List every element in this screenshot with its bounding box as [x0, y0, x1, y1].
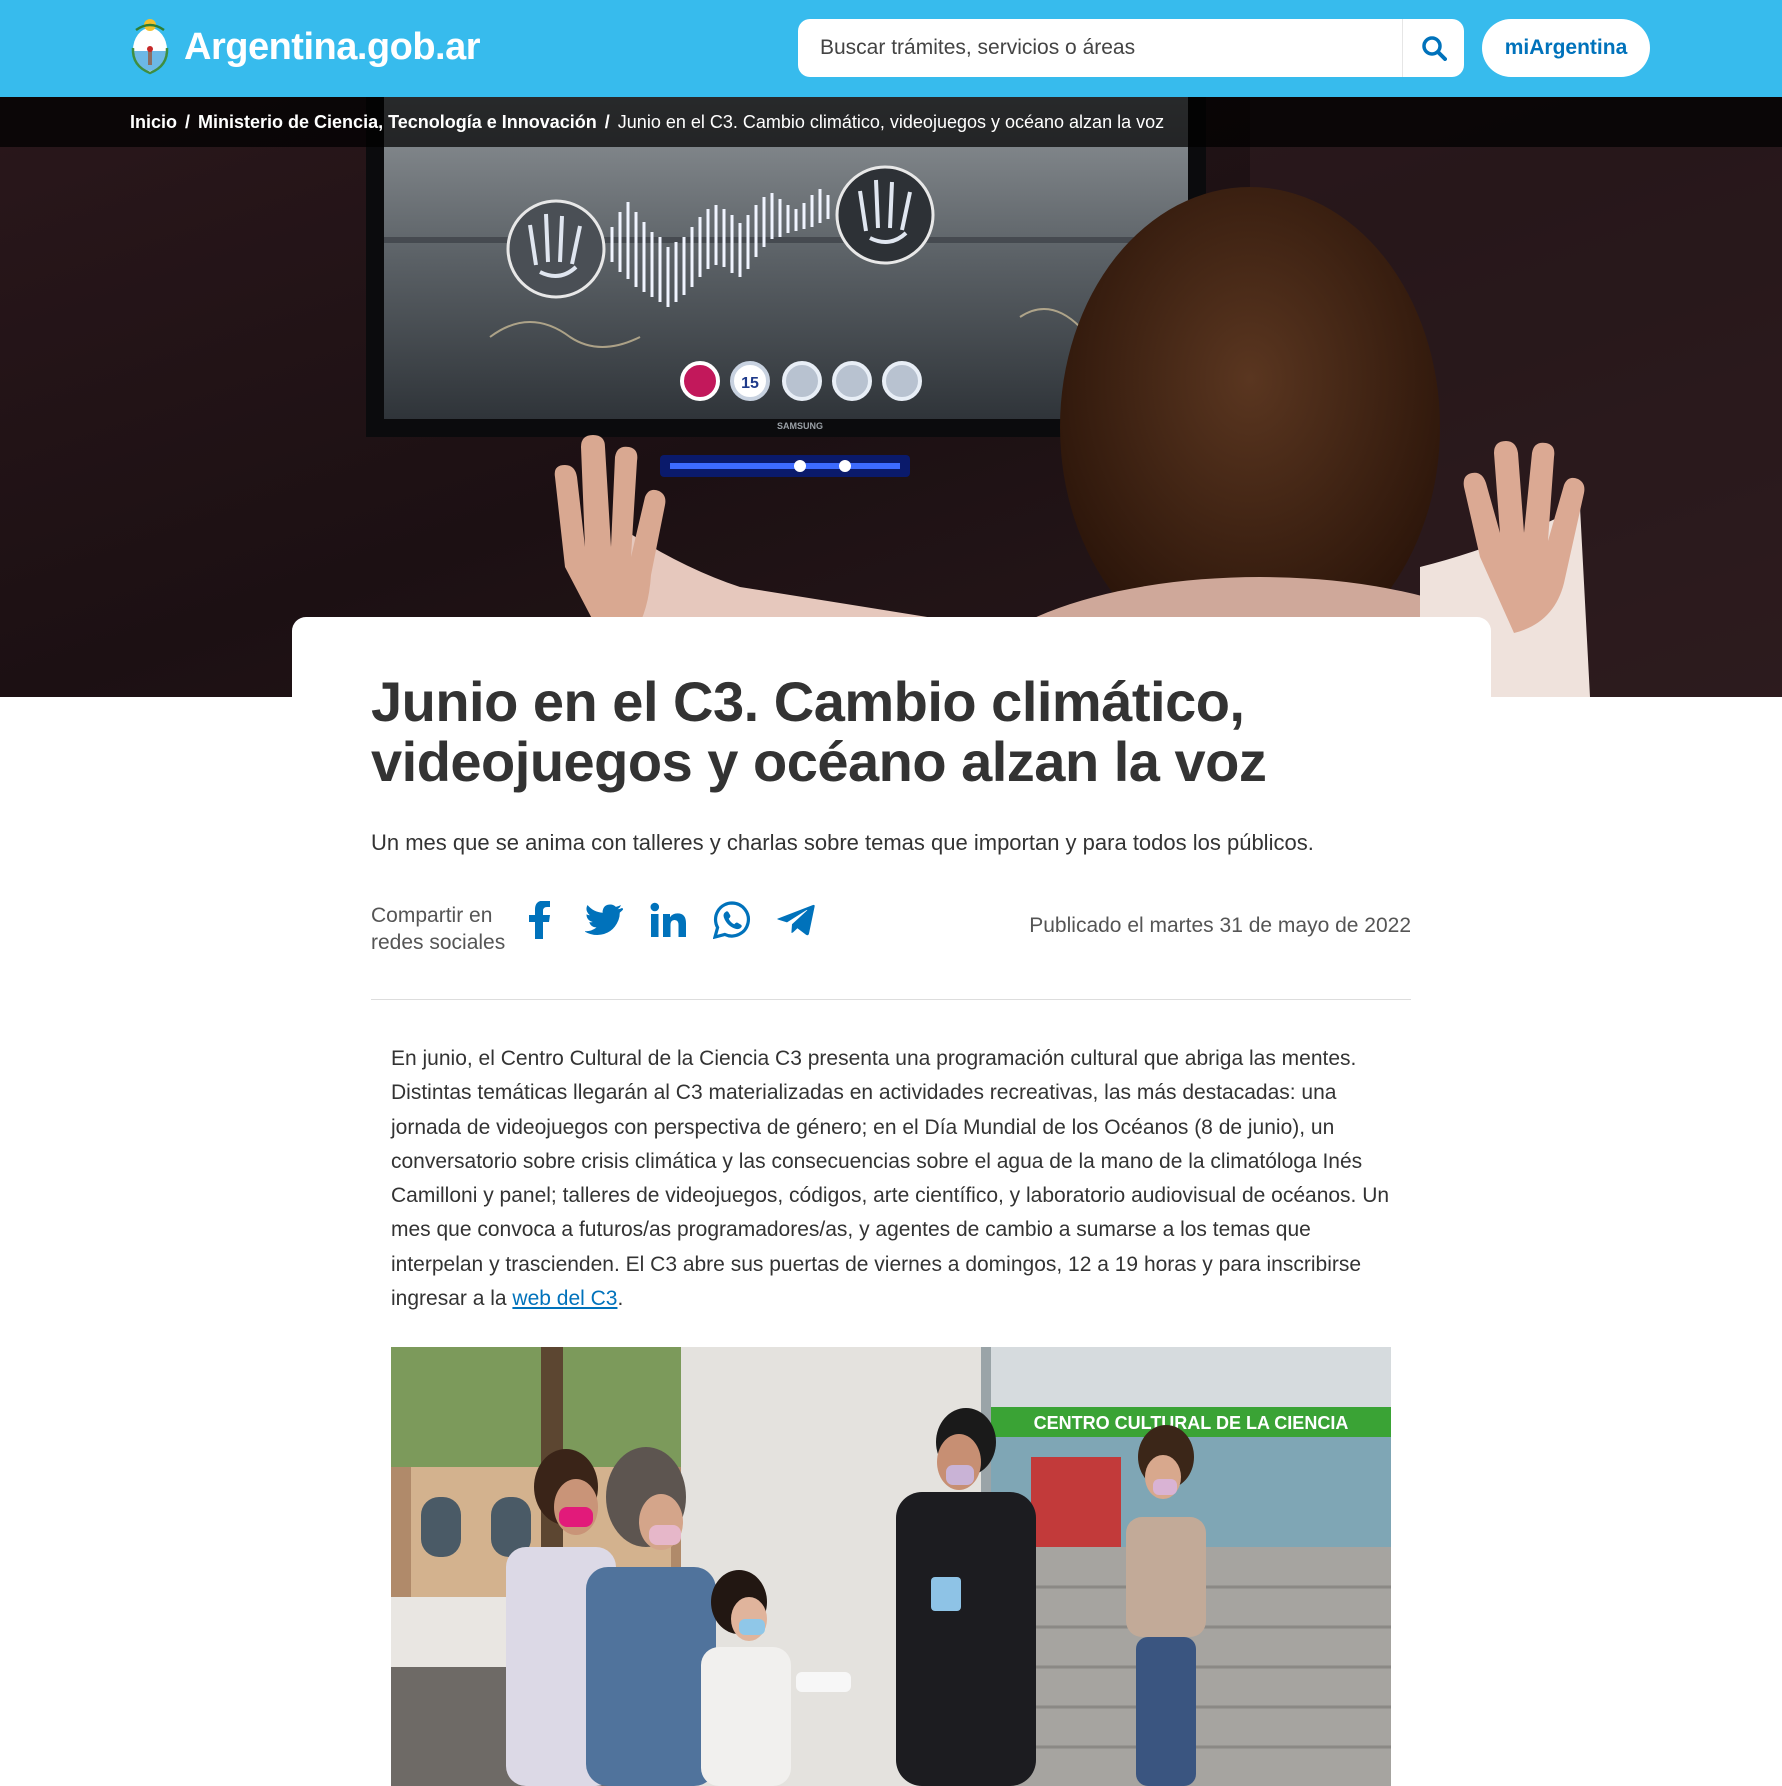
- article-body-text: En junio, el Centro Cultural de la Cienc…: [391, 1047, 1390, 1311]
- coat-of-arms-icon: [131, 19, 169, 75]
- brand-name: Argentina.gob.ar: [184, 25, 481, 68]
- article-body: En junio, el Centro Cultural de la Cienc…: [391, 1042, 1401, 1316]
- page-title: Junio en el C3. Cambio climático, videoj…: [371, 670, 1267, 793]
- photo-sign: CENTRO CULTURAL DE LA CIENCIA: [1034, 1413, 1349, 1433]
- article-body-end: .: [617, 1287, 624, 1311]
- share-label-line1: Compartir en: [371, 904, 493, 927]
- share-whatsapp-button[interactable]: [712, 900, 752, 940]
- share-label: Compartir en redes sociales: [371, 902, 505, 956]
- search-input[interactable]: [798, 19, 1402, 77]
- telegram-icon: [777, 904, 815, 936]
- top-navbar: Argentina.gob.ar miArgentina: [0, 0, 1782, 97]
- article-lead: Un mes que se anima con talleres y charl…: [371, 830, 1314, 855]
- breadcrumb-separator: /: [185, 111, 191, 132]
- share-facebook-button[interactable]: [520, 900, 560, 940]
- hero-image: 15 SAMSUNG: [0, 97, 1782, 697]
- facebook-icon: [529, 901, 550, 939]
- article-photo: CENTRO CULTURAL DE LA CIENCIA: [391, 1347, 1391, 1786]
- linkedin-icon: [650, 902, 686, 937]
- search-icon: [1421, 36, 1447, 61]
- twitter-icon: [585, 904, 623, 935]
- breadcrumb-current: Junio en el C3. Cambio climático, videoj…: [617, 111, 1165, 132]
- share-label-line2: redes sociales: [371, 931, 506, 954]
- published-date: Publicado el martes 31 de mayo de 2022: [1029, 914, 1411, 937]
- hero-counter: 15: [741, 375, 759, 392]
- search-box: [798, 19, 1464, 77]
- brand-logo-link[interactable]: Argentina.gob.ar: [130, 18, 481, 76]
- breadcrumb-ministry-link[interactable]: Ministerio de Ciencia, Tecnología e Inno…: [198, 112, 597, 133]
- hero-screen-brand: SAMSUNG: [777, 421, 823, 431]
- c3-website-link[interactable]: web del C3: [512, 1287, 617, 1310]
- share-telegram-button[interactable]: [776, 900, 816, 940]
- share-twitter-button[interactable]: [584, 900, 624, 940]
- whatsapp-icon: [713, 901, 750, 939]
- breadcrumb-home-link[interactable]: Inicio: [130, 112, 177, 133]
- breadcrumb-separator: /: [604, 111, 610, 132]
- divider: [371, 999, 1411, 1000]
- share-linkedin-button[interactable]: [648, 900, 688, 940]
- breadcrumb: Inicio / Ministerio de Ciencia, Tecnolog…: [0, 97, 1782, 147]
- mi-argentina-button[interactable]: miArgentina: [1482, 19, 1650, 77]
- search-button[interactable]: [1402, 19, 1464, 77]
- social-share-bar: [520, 900, 816, 940]
